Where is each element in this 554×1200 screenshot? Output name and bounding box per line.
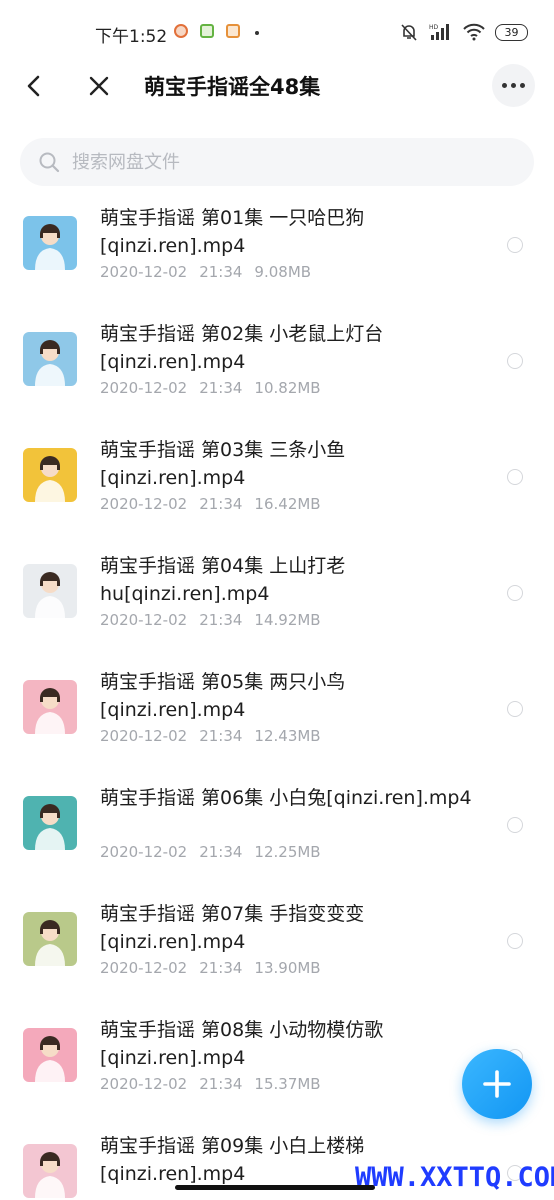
video-thumbnail [23, 216, 77, 270]
select-radio[interactable] [507, 701, 523, 717]
battery-indicator: 39 [495, 23, 528, 41]
file-size: 12.43MB [254, 727, 321, 745]
file-size: 16.42MB [254, 495, 321, 513]
file-name: 萌宝手指谣 第05集 两只小鸟[qinzi.ren].mp4 [100, 671, 346, 721]
file-time: 21:34 [199, 379, 243, 397]
file-list-item[interactable]: 萌宝手指谣 第06集 小白兔[qinzi.ren].mp4 2020-12-02 2… [0, 766, 554, 882]
file-name: 萌宝手指谣 第06集 小白兔[qinzi.ren].mp4 [100, 787, 472, 809]
file-size: 12.25MB [254, 843, 321, 861]
mute-bell-icon [401, 24, 417, 41]
file-meta: 2020-12-02 21:34 12.25MB [100, 843, 333, 861]
file-meta: 2020-12-02 21:34 15.37MB [100, 1075, 333, 1093]
file-size: 10.82MB [254, 379, 321, 397]
app-notification-icon [200, 24, 214, 38]
file-list-item[interactable]: 萌宝手指谣 第02集 小老鼠上灯台[qinzi.ren].mp4 2020-12-… [0, 302, 554, 418]
file-time: 21:34 [199, 843, 243, 861]
file-meta: 2020-12-02 21:34 9.08MB [100, 263, 323, 281]
select-radio[interactable] [507, 933, 523, 949]
wifi-icon [463, 23, 485, 41]
video-thumbnail [23, 448, 77, 502]
file-size: 13.90MB [254, 959, 321, 977]
file-date: 2020-12-02 [100, 1075, 188, 1093]
file-date: 2020-12-02 [100, 727, 188, 745]
file-size: 9.08MB [254, 263, 312, 281]
file-list: 萌宝手指谣 第01集 一只哈巴狗[qinzi.ren].mp4 2020-12-0… [0, 186, 554, 1200]
close-icon [89, 76, 109, 96]
file-list-item[interactable]: 萌宝手指谣 第03集 三条小鱼[qinzi.ren].mp4 2020-12-02… [0, 418, 554, 534]
file-meta: 2020-12-02 21:34 12.43MB [100, 727, 333, 745]
file-meta: 2020-12-02 21:34 10.82MB [100, 379, 333, 397]
header: 萌宝手指谣全48集 [0, 60, 554, 112]
more-dot [520, 83, 525, 88]
more-dots-icon [502, 83, 507, 88]
file-date: 2020-12-02 [100, 843, 188, 861]
app-notification-icon [174, 24, 188, 38]
video-thumbnail [23, 912, 77, 966]
file-name: 萌宝手指谣 第04集 上山打老hu[qinzi.ren].mp4 [100, 555, 346, 605]
file-time: 21:34 [199, 611, 243, 629]
chevron-left-icon [27, 75, 40, 97]
select-radio[interactable] [507, 817, 523, 833]
search-input[interactable] [72, 151, 492, 173]
search-icon [39, 152, 60, 173]
video-thumbnail [23, 680, 77, 734]
select-radio[interactable] [507, 237, 523, 253]
video-thumbnail [23, 1144, 77, 1198]
file-time: 21:34 [199, 727, 243, 745]
file-time: 21:34 [199, 1075, 243, 1093]
video-thumbnail [23, 796, 77, 850]
file-date: 2020-12-02 [100, 263, 188, 281]
video-thumbnail [23, 332, 77, 386]
file-time: 21:34 [199, 495, 243, 513]
status-right: HD 39 [399, 22, 528, 42]
back-button[interactable] [18, 70, 50, 102]
file-date: 2020-12-02 [100, 959, 188, 977]
file-meta: 2020-12-02 21:34 14.92MB [100, 611, 333, 629]
status-dot [255, 31, 259, 35]
search-bar[interactable] [20, 138, 534, 186]
signal-hd-label: HD [429, 24, 439, 31]
status-time: 下午1:52 [95, 27, 168, 47]
file-name: 萌宝手指谣 第03集 三条小鱼[qinzi.ren].mp4 [100, 439, 346, 489]
add-button[interactable] [462, 1049, 532, 1119]
close-button[interactable] [83, 70, 115, 102]
file-name: 萌宝手指谣 第08集 小动物模仿歌[qinzi.ren].mp4 [100, 1019, 384, 1069]
file-name: 萌宝手指谣 第02集 小老鼠上灯台[qinzi.ren].mp4 [100, 323, 384, 373]
file-date: 2020-12-02 [100, 379, 188, 397]
file-meta: 2020-12-02 21:34 16.42MB [100, 495, 333, 513]
file-size: 15.37MB [254, 1075, 321, 1093]
file-time: 21:34 [199, 263, 243, 281]
more-dot [511, 83, 516, 88]
file-date: 2020-12-02 [100, 611, 188, 629]
video-thumbnail [23, 1028, 77, 1082]
file-list-item[interactable]: 萌宝手指谣 第04集 上山打老hu[qinzi.ren].mp4 2020-12-… [0, 534, 554, 650]
file-list-item[interactable]: 萌宝手指谣 第01集 一只哈巴狗[qinzi.ren].mp4 2020-12-0… [0, 186, 554, 302]
watermark: WWW.XXTTQ.COM [355, 1162, 554, 1193]
file-size: 14.92MB [254, 611, 321, 629]
file-date: 2020-12-02 [100, 495, 188, 513]
file-name: 萌宝手指谣 第07集 手指变变变[qinzi.ren].mp4 [100, 903, 365, 953]
file-list-item[interactable]: 萌宝手指谣 第07集 手指变变变[qinzi.ren].mp4 2020-12-0… [0, 882, 554, 998]
file-time: 21:34 [199, 959, 243, 977]
more-button[interactable] [492, 64, 535, 107]
file-list-item[interactable]: 萌宝手指谣 第05集 两只小鸟[qinzi.ren].mp4 2020-12-02… [0, 650, 554, 766]
select-radio[interactable] [507, 469, 523, 485]
select-radio[interactable] [507, 585, 523, 601]
plus-icon [483, 1070, 511, 1098]
app-notification-icon [226, 24, 240, 38]
status-bar: 下午1:52 HD 39 [0, 0, 554, 64]
file-name: 萌宝手指谣 第01集 一只哈巴狗[qinzi.ren].mp4 [100, 207, 365, 257]
home-indicator[interactable] [175, 1185, 375, 1190]
file-meta: 2020-12-02 21:34 13.90MB [100, 959, 333, 977]
video-thumbnail [23, 564, 77, 618]
select-radio[interactable] [507, 353, 523, 369]
signal-icon: HD [429, 24, 449, 40]
page-title: 萌宝手指谣全48集 [144, 75, 321, 99]
notification-icons [174, 24, 240, 38]
